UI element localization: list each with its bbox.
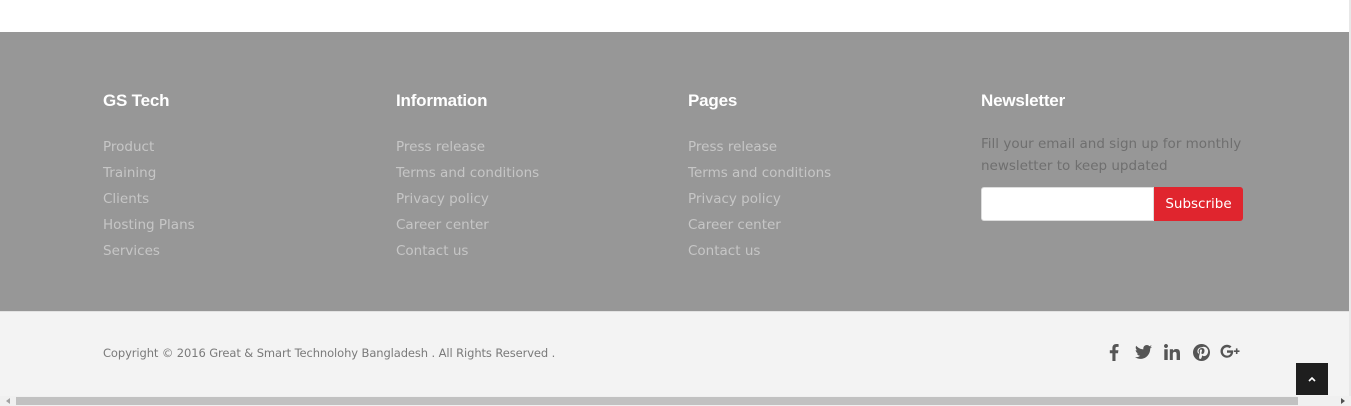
footer-link-training[interactable]: Training bbox=[103, 161, 195, 187]
link-list: Press release Terms and conditions Priva… bbox=[396, 135, 539, 265]
linkedin-icon[interactable] bbox=[1162, 342, 1182, 362]
footer-link-privacy[interactable]: Privacy policy bbox=[688, 187, 831, 213]
column-title: GS Tech bbox=[103, 91, 170, 110]
back-to-top-button[interactable] bbox=[1296, 363, 1328, 395]
footer-column-newsletter: Newsletter Fill your email and sign up f… bbox=[981, 90, 1251, 221]
scroll-right-icon[interactable] bbox=[1337, 396, 1349, 406]
chevron-up-icon bbox=[1308, 376, 1316, 382]
footer-link-press-release[interactable]: Press release bbox=[688, 135, 831, 161]
footer-link-career[interactable]: Career center bbox=[396, 213, 539, 239]
scroll-left-icon[interactable] bbox=[2, 396, 14, 406]
link-list: Product Training Clients Hosting Plans S… bbox=[103, 135, 195, 265]
copyright-text: Copyright © 2016 Great & Smart Technoloh… bbox=[103, 346, 556, 360]
footer-link-terms[interactable]: Terms and conditions bbox=[688, 161, 831, 187]
facebook-icon[interactable] bbox=[1104, 342, 1124, 362]
footer-column-information: Information Press release Terms and cond… bbox=[396, 90, 539, 265]
horizontal-scrollbar[interactable] bbox=[0, 396, 1351, 406]
newsletter-title: Newsletter bbox=[981, 91, 1065, 110]
footer-link-career[interactable]: Career center bbox=[688, 213, 831, 239]
email-field[interactable] bbox=[981, 187, 1154, 221]
column-title: Information bbox=[396, 91, 488, 110]
footer-bottom-bar: Copyright © 2016 Great & Smart Technoloh… bbox=[0, 311, 1349, 396]
footer-link-privacy[interactable]: Privacy policy bbox=[396, 187, 539, 213]
footer-link-services[interactable]: Services bbox=[103, 239, 195, 265]
pinterest-icon[interactable] bbox=[1191, 342, 1211, 362]
footer-link-product[interactable]: Product bbox=[103, 135, 195, 161]
twitter-icon[interactable] bbox=[1133, 342, 1153, 362]
footer-link-terms[interactable]: Terms and conditions bbox=[396, 161, 539, 187]
footer-link-hosting-plans[interactable]: Hosting Plans bbox=[103, 213, 195, 239]
footer-link-press-release[interactable]: Press release bbox=[396, 135, 539, 161]
link-list: Press release Terms and conditions Priva… bbox=[688, 135, 831, 265]
footer-link-contact[interactable]: Contact us bbox=[396, 239, 539, 265]
google-plus-icon[interactable] bbox=[1220, 342, 1240, 362]
footer-main: GS Tech Product Training Clients Hosting… bbox=[0, 32, 1349, 311]
footer-column-pages: Pages Press release Terms and conditions… bbox=[688, 90, 831, 265]
footer-column-gs-tech: GS Tech Product Training Clients Hosting… bbox=[103, 90, 195, 265]
subscribe-button[interactable]: Subscribe bbox=[1154, 187, 1243, 221]
footer-link-contact[interactable]: Contact us bbox=[688, 239, 831, 265]
page-content-edge bbox=[0, 0, 1349, 32]
scrollbar-thumb[interactable] bbox=[16, 397, 1298, 405]
subscribe-form: Subscribe bbox=[981, 187, 1243, 221]
social-links bbox=[1104, 342, 1249, 362]
newsletter-description: Fill your email and sign up for monthly … bbox=[981, 136, 1242, 174]
footer-link-clients[interactable]: Clients bbox=[103, 187, 195, 213]
column-title: Pages bbox=[688, 91, 738, 110]
